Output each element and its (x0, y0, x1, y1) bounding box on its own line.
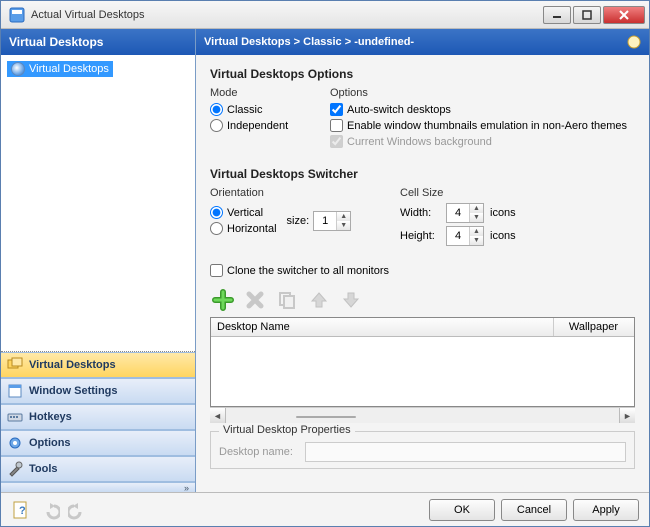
grid-scrollbar[interactable]: ◄ ► (210, 407, 635, 423)
scroll-thumb[interactable] (296, 416, 356, 418)
sidebar-expand-toggle[interactable]: » (1, 482, 195, 492)
svg-text:?: ? (19, 505, 26, 517)
ok-button[interactable]: OK (429, 499, 495, 521)
nav-tools[interactable]: Tools (1, 456, 195, 482)
footer: ? OK Cancel Apply (1, 492, 649, 526)
nav-hotkeys[interactable]: Hotkeys (1, 404, 195, 430)
cancel-button[interactable]: Cancel (501, 499, 567, 521)
desktops-grid[interactable]: Desktop Name Wallpaper (210, 317, 635, 407)
nav-label: Tools (29, 463, 58, 475)
grid-body (211, 337, 634, 406)
radio-independent[interactable]: Independent (210, 119, 310, 132)
up-button (306, 287, 332, 313)
down-button (338, 287, 364, 313)
height-spinner[interactable]: 4▲▼ (446, 226, 484, 246)
apply-button[interactable]: Apply (573, 499, 639, 521)
titlebar: Actual Virtual Desktops (1, 1, 649, 29)
size-label: size: (287, 215, 310, 227)
col-desktop-name[interactable]: Desktop Name (211, 318, 554, 336)
check-current-bg: Current Windows background (330, 135, 627, 148)
check-clone-switcher[interactable]: Clone the switcher to all monitors (210, 264, 635, 277)
keyboard-icon (7, 409, 23, 425)
add-button[interactable] (210, 287, 236, 313)
cellsize-label: Cell Size (400, 187, 516, 199)
maximize-button[interactable] (573, 6, 601, 24)
nav-options[interactable]: Options (1, 430, 195, 456)
icons-suffix: icons (490, 207, 516, 219)
col-wallpaper[interactable]: Wallpaper (554, 318, 634, 336)
delete-button (242, 287, 268, 313)
check-auto-switch[interactable]: Auto-switch desktops (330, 103, 627, 116)
tree-item-label: Virtual Desktops (29, 63, 109, 75)
size-spinner[interactable]: 1▲▼ (313, 211, 351, 231)
copy-button (274, 287, 300, 313)
switcher-title: Virtual Desktops Switcher (210, 167, 635, 181)
nav-window-settings[interactable]: Window Settings (1, 378, 195, 404)
nav-virtual-desktops[interactable]: Virtual Desktops (1, 352, 195, 378)
sidebar: Virtual Desktops Virtual Desktops Virtua… (1, 29, 196, 492)
tree-item-virtual-desktops[interactable]: Virtual Desktops (7, 61, 113, 77)
tree-panel: Virtual Desktops (1, 55, 195, 351)
minimize-button[interactable] (543, 6, 571, 24)
tools-icon (7, 461, 23, 477)
window-icon (7, 383, 23, 399)
icons-suffix: icons (490, 230, 516, 242)
desktop-icon (11, 62, 25, 76)
orientation-label: Orientation (210, 187, 380, 199)
options-label: Options (330, 87, 627, 99)
props-title: Virtual Desktop Properties (219, 424, 355, 436)
nav-label: Virtual Desktops (29, 359, 116, 371)
sidebar-header: Virtual Desktops (1, 29, 195, 55)
monitors-icon (7, 357, 23, 373)
desktop-toolbar (210, 287, 635, 313)
redo-button (67, 499, 89, 521)
radio-vertical[interactable]: Vertical (210, 206, 277, 219)
nav-label: Options (29, 437, 71, 449)
desktop-name-label: Desktop name: (219, 446, 299, 458)
scroll-left-icon[interactable]: ◄ (210, 408, 226, 423)
close-button[interactable] (603, 6, 645, 24)
breadcrumb: Virtual Desktops > Classic > -undefined- (196, 29, 649, 55)
width-label: Width: (400, 207, 440, 219)
content-panel: Virtual Desktops Options Mode Classic In… (196, 55, 649, 492)
desktop-name-field[interactable] (305, 442, 626, 462)
nav-label: Hotkeys (29, 411, 72, 423)
width-spinner[interactable]: 4▲▼ (446, 203, 484, 223)
check-enable-thumbs[interactable]: Enable window thumbnails emulation in no… (330, 119, 627, 132)
properties-group: Virtual Desktop Properties Desktop name: (210, 431, 635, 469)
radio-horizontal[interactable]: Horizontal (210, 222, 277, 235)
window-title: Actual Virtual Desktops (31, 9, 543, 21)
app-icon (9, 7, 25, 23)
options-title: Virtual Desktops Options (210, 67, 635, 81)
undo-button (39, 499, 61, 521)
mode-label: Mode (210, 87, 310, 99)
scroll-right-icon[interactable]: ► (619, 408, 635, 423)
help-icon[interactable] (627, 35, 641, 49)
help-button[interactable]: ? (11, 499, 33, 521)
height-label: Height: (400, 230, 440, 242)
gear-icon (7, 435, 23, 451)
radio-classic[interactable]: Classic (210, 103, 310, 116)
nav-label: Window Settings (29, 385, 118, 397)
